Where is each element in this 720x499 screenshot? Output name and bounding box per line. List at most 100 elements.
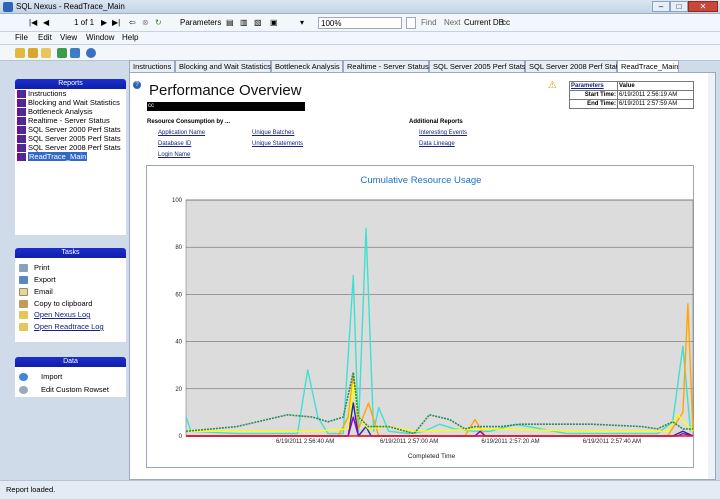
close-button[interactable]: ✕ xyxy=(688,1,718,12)
minimize-button[interactable]: – xyxy=(652,1,670,12)
window-title: SQL Nexus - ReadTrace_Main xyxy=(16,2,125,11)
report-item[interactable]: Instructions xyxy=(17,89,66,98)
menu-help[interactable]: Help xyxy=(122,33,138,42)
link-unique-statements[interactable]: Unique Statements xyxy=(252,141,303,147)
report-item[interactable]: Bottleneck Analysis xyxy=(17,107,93,116)
report-item[interactable]: SQL Server 2005 Perf Stats xyxy=(17,134,121,143)
print-icon[interactable]: ▤ xyxy=(226,17,234,29)
tab-instructions[interactable]: Instructions xyxy=(129,60,175,72)
last-page-icon[interactable]: ▶| xyxy=(112,17,120,29)
next-page-icon[interactable]: ▶ xyxy=(101,17,107,29)
task-print[interactable]: Print xyxy=(19,263,49,272)
find-button[interactable]: Find xyxy=(421,17,437,29)
y-tick-label: 100 xyxy=(172,198,183,204)
report-icon xyxy=(17,98,26,107)
envelope-icon xyxy=(19,287,28,296)
clipboard-icon xyxy=(19,299,28,308)
report-icon xyxy=(17,143,26,152)
folder-icon xyxy=(19,310,28,319)
report-icon xyxy=(17,107,26,116)
prev-page-icon[interactable]: ◀ xyxy=(43,17,49,29)
server-name: cc xyxy=(148,103,154,109)
first-page-icon[interactable]: |◀ xyxy=(29,17,37,29)
menu-bar: File Edit View Window Help xyxy=(0,32,720,45)
data-icon[interactable] xyxy=(70,48,80,58)
report-icon xyxy=(17,89,26,98)
report-title: Performance Overview xyxy=(149,82,302,99)
y-tick-label: 60 xyxy=(175,292,182,298)
maximize-button[interactable]: □ xyxy=(670,1,688,12)
zoom-select[interactable]: 100% xyxy=(318,17,402,29)
data-edit-custom-rowset[interactable]: Edit Custom Rowset xyxy=(19,385,109,394)
zoom-icon[interactable]: ▾ xyxy=(300,17,304,29)
report-item[interactable]: SQL Server 2008 Perf Stats xyxy=(17,143,121,152)
back-icon[interactable]: ⇦ xyxy=(129,17,136,29)
tab-blocking[interactable]: Blocking and Wait Statistics xyxy=(175,60,271,72)
link-database-id[interactable]: Database ID xyxy=(158,141,191,147)
warning-icon: ⚠ xyxy=(548,80,557,91)
data-import[interactable]: Import xyxy=(19,372,62,381)
refresh-icon[interactable]: ↻ xyxy=(155,17,162,29)
report-item[interactable]: Blocking and Wait Statistics xyxy=(17,98,120,107)
parameters-table: Parameters Value Start Time: 6/19/2011 2… xyxy=(569,81,694,109)
task-open-readtrace-log[interactable]: Open Readtrace Log xyxy=(19,322,104,331)
y-tick-label: 80 xyxy=(175,245,182,251)
open-icon[interactable] xyxy=(15,48,25,58)
resource-usage-chart: Cumulative Resource Usage 0 20 40 60 80 100 6/1… xyxy=(172,175,694,460)
folder-icon xyxy=(19,322,28,331)
param-label: Start Time: xyxy=(569,90,618,100)
connect-icon[interactable] xyxy=(28,48,38,58)
link-login-name[interactable]: Login Name xyxy=(158,152,190,158)
task-open-nexus-log[interactable]: Open Nexus Log xyxy=(19,310,90,319)
x-tick-label: 6/19/2011 2:56:40 AM xyxy=(276,439,334,445)
find-input[interactable] xyxy=(406,17,416,29)
menu-edit[interactable]: Edit xyxy=(38,33,52,42)
y-tick-label: 0 xyxy=(179,434,183,440)
page-setup-icon[interactable]: ▧ xyxy=(254,17,262,29)
next-button[interactable]: Next xyxy=(444,17,460,29)
print-layout-icon[interactable]: ▥ xyxy=(240,17,248,29)
param-value: 6/19/2011 2:57:59 AM xyxy=(617,99,694,109)
report-icon xyxy=(17,125,26,134)
param-header-name: Parameters xyxy=(569,81,618,91)
resource-heading: Resource Consumption by ... xyxy=(147,119,231,125)
task-export[interactable]: Export xyxy=(19,275,56,284)
stop-icon[interactable]: ⊗ xyxy=(142,17,149,29)
y-tick-label: 20 xyxy=(175,387,182,393)
link-unique-batches[interactable]: Unique Batches xyxy=(252,130,294,136)
report-item[interactable]: Realtime - Server Status xyxy=(17,116,110,125)
task-copy[interactable]: Copy to clipboard xyxy=(19,299,92,308)
chart-title: Cumulative Resource Usage xyxy=(361,175,482,186)
reports-panel-header[interactable]: Reports xyxy=(15,79,126,89)
report-item-selected[interactable]: ReadTrace_Main xyxy=(17,152,88,161)
current-db-select[interactable]: cc xyxy=(500,17,640,29)
server-name-bar: cc xyxy=(147,102,305,111)
report-item[interactable]: SQL Server 2000 Perf Stats xyxy=(17,125,121,134)
page-info[interactable]: 1 of 1 xyxy=(74,17,94,29)
info-icon[interactable]: ? xyxy=(133,81,141,89)
link-application-name[interactable]: Application Name xyxy=(158,130,205,136)
tasks-panel: Print Export Email Copy to clipboard Ope… xyxy=(15,258,126,342)
vertical-scrollbar[interactable] xyxy=(708,73,715,479)
data-panel-header[interactable]: Data xyxy=(15,357,126,367)
tab-sql2005[interactable]: SQL Server 2005 Perf Stats xyxy=(429,60,526,72)
menu-view[interactable]: View xyxy=(60,33,77,42)
report-icon xyxy=(17,116,26,125)
link-interesting-events[interactable]: Interesting Events xyxy=(419,130,467,136)
export-icon[interactable]: ▣ xyxy=(270,17,278,29)
tab-sql2008[interactable]: SQL Server 2008 Perf Stats xyxy=(525,60,622,72)
app-icon xyxy=(3,2,13,12)
menu-window[interactable]: Window xyxy=(86,33,114,42)
menu-file[interactable]: File xyxy=(15,33,28,42)
tasks-panel-header[interactable]: Tasks xyxy=(15,248,126,258)
folder-icon[interactable] xyxy=(41,48,51,58)
import-icon[interactable] xyxy=(57,48,67,58)
help-icon[interactable] xyxy=(86,48,96,58)
task-email[interactable]: Email xyxy=(19,287,53,296)
parameters-button[interactable]: Parameters xyxy=(180,17,221,29)
tab-realtime[interactable]: Realtime - Server Status xyxy=(343,60,429,72)
link-data-lineage[interactable]: Data Lineage xyxy=(419,141,455,147)
tab-strip: Instructions Blocking and Wait Statistic… xyxy=(129,60,720,73)
tab-bottleneck[interactable]: Bottleneck Analysis xyxy=(271,60,343,72)
y-tick-label: 40 xyxy=(175,340,182,346)
